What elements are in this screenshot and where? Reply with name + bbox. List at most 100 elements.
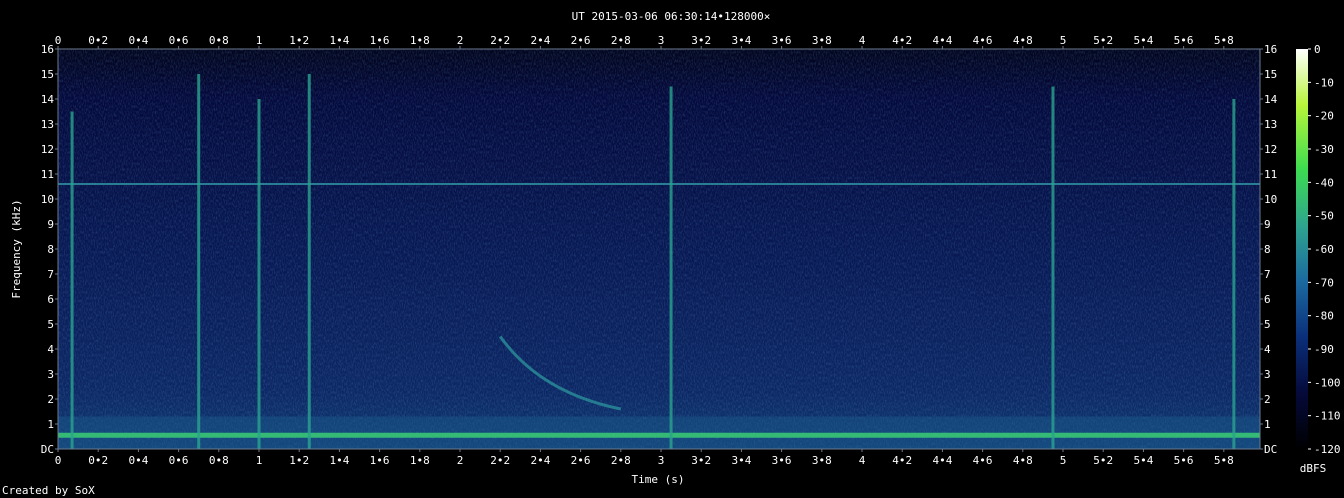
colorbar-tick-label: -40: [1314, 176, 1334, 189]
x-tick-label-bottom: 4•4: [932, 454, 952, 467]
colorbar-tick-label: 0: [1314, 43, 1321, 56]
x-tick-label-bottom: 1•6: [370, 454, 390, 467]
x-tick-label-top: 0•6: [169, 34, 189, 47]
y-tick-label-right: 16: [1264, 43, 1277, 56]
y-tick-label-right: 7: [1264, 268, 1271, 281]
colorbar-label: dBFS: [1300, 462, 1327, 475]
y-tick-label-right: 2: [1264, 393, 1271, 406]
y-tick-label-right: 9: [1264, 218, 1271, 231]
x-tick-label-top: 2: [457, 34, 464, 47]
x-tick-label-top: 1: [256, 34, 263, 47]
y-tick-label-right: 4: [1264, 343, 1271, 356]
x-tick-label-bottom: 3•2: [691, 454, 711, 467]
colorbar-tick-label: -100: [1314, 376, 1341, 389]
x-tick-label-top: 0•2: [88, 34, 108, 47]
x-tick-label-bottom: 0•4: [128, 454, 148, 467]
x-tick-label-top: 2•2: [490, 34, 510, 47]
y-axis-label: Frequency (kHz): [10, 199, 23, 298]
y-tick-label-left: 6: [47, 293, 54, 306]
y-tick-label-right: 12: [1264, 143, 1277, 156]
y-tick-label-right: 14: [1264, 93, 1278, 106]
y-tick-label-left: 9: [47, 218, 54, 231]
x-tick-label-bottom: 2•8: [611, 454, 631, 467]
y-tick-label-right: DC: [1264, 443, 1277, 456]
x-tick-label-top: 2•8: [611, 34, 631, 47]
x-tick-label-top: 0•8: [209, 34, 229, 47]
colorbar: [1296, 49, 1308, 449]
x-tick-label-bottom: 1•2: [289, 454, 309, 467]
x-tick-label-bottom: 2•2: [490, 454, 510, 467]
plot-area: [57, 48, 1261, 450]
y-tick-label-left: 11: [41, 168, 54, 181]
colorbar-tick-label: -90: [1314, 343, 1334, 356]
x-tick-label-bottom: 3•4: [731, 454, 751, 467]
y-tick-label-left: 1: [47, 418, 54, 431]
credit-text: Created by SoX: [2, 484, 95, 497]
colorbar-tick-label: -50: [1314, 210, 1334, 223]
colorbar-tick-label: -10: [1314, 76, 1334, 89]
y-tick-label-right: 3: [1264, 368, 1271, 381]
spectrogram-chart: UT 2015-03-06 06:30:14•128000× 0 0•2 0•4 0•…: [10, 10, 1341, 486]
y-tick-label-left: 15: [41, 68, 54, 81]
x-tick-label-top: 3•6: [772, 34, 792, 47]
x-tick-label-top: 3•2: [691, 34, 711, 47]
x-tick-label-bottom: 3: [658, 454, 665, 467]
x-tick-label-bottom: 5•8: [1214, 454, 1234, 467]
x-tick-label-bottom: 4•2: [892, 454, 912, 467]
x-tick-label-top: 1•8: [410, 34, 430, 47]
x-tick-label-bottom: 1•4: [329, 454, 349, 467]
x-tick-label-top: 5: [1060, 34, 1067, 47]
y-tick-label-left: 12: [41, 143, 54, 156]
x-tick-label-top: 2•4: [530, 34, 550, 47]
x-tick-label-top: 1•2: [289, 34, 309, 47]
colorbar-tick-label: -60: [1314, 243, 1334, 256]
x-tick-label-top: 1•6: [370, 34, 390, 47]
y-tick-label-left: 2: [47, 393, 54, 406]
x-tick-label-bottom: 5•4: [1133, 454, 1153, 467]
x-tick-label-top: 4: [859, 34, 866, 47]
x-tick-label-bottom: 4•6: [973, 454, 993, 467]
x-tick-label-top: 1•4: [329, 34, 349, 47]
y-tick-label-left: 7: [47, 268, 54, 281]
y-tick-label-right: 11: [1264, 168, 1277, 181]
y-tick-label-right: 6: [1264, 293, 1271, 306]
plot-noise: [58, 49, 1260, 449]
x-tick-label-bottom: 0: [55, 454, 62, 467]
y-tick-label-right: 15: [1264, 68, 1277, 81]
x-tick-label-top: 5•4: [1133, 34, 1153, 47]
x-tick-label-bottom: 1•8: [410, 454, 430, 467]
chart-title: UT 2015-03-06 06:30:14•128000×: [572, 10, 771, 23]
x-tick-label-top: 0•4: [128, 34, 148, 47]
x-tick-label-bottom: 0•6: [169, 454, 189, 467]
y-tick-label-right: 5: [1264, 318, 1271, 331]
colorbar-tick-label: -120: [1314, 443, 1341, 456]
x-tick-label-top: 0: [55, 34, 62, 47]
x-tick-label-top: 3•4: [731, 34, 751, 47]
x-tick-label-bottom: 1: [256, 454, 263, 467]
y-tick-label-left: 4: [47, 343, 54, 356]
y-tick-label-left: 3: [47, 368, 54, 381]
y-tick-label-left: 13: [41, 118, 54, 131]
x-tick-label-top: 5•6: [1174, 34, 1194, 47]
x-tick-label-bottom: 5•2: [1093, 454, 1113, 467]
x-tick-label-bottom: 0•2: [88, 454, 108, 467]
x-tick-label-bottom: 4: [859, 454, 866, 467]
x-tick-label-bottom: 2•4: [530, 454, 550, 467]
x-tick-label-bottom: 5: [1060, 454, 1067, 467]
x-tick-label-bottom: 3•6: [772, 454, 792, 467]
y-tick-label-left: 14: [41, 93, 55, 106]
x-tick-label-top: 4•6: [973, 34, 993, 47]
y-tick-label-left: 10: [41, 193, 54, 206]
colorbar-tick-label: -20: [1314, 110, 1334, 123]
x-tick-label-top: 2•6: [571, 34, 591, 47]
x-tick-label-bottom: 2•6: [571, 454, 591, 467]
x-tick-label-top: 3•8: [812, 34, 832, 47]
y-tick-label-left: 5: [47, 318, 54, 331]
colorbar-tick-label: -110: [1314, 410, 1341, 423]
x-tick-label-bottom: 2: [457, 454, 464, 467]
y-tick-label-right: 1: [1264, 418, 1271, 431]
x-tick-label-top: 5•8: [1214, 34, 1234, 47]
x-tick-label-top: 4•8: [1013, 34, 1033, 47]
y-tick-label-left: 8: [47, 243, 54, 256]
y-tick-label-left: DC: [41, 443, 54, 456]
